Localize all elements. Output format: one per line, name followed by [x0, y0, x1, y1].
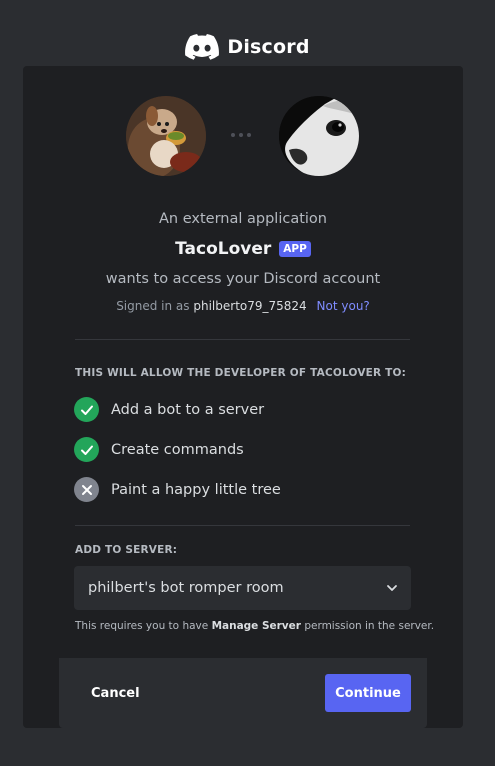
not-you-link[interactable]: Not you?: [317, 299, 370, 313]
app-name: TacoLover: [175, 239, 272, 259]
check-icon: [74, 437, 99, 462]
check-icon: [74, 397, 99, 422]
x-icon: [74, 477, 99, 502]
chevron-down-icon: [387, 585, 397, 591]
permission-item: Create commands: [74, 437, 244, 462]
dot: [239, 133, 243, 137]
username: philberto79_75824: [193, 299, 307, 313]
connection-dots: [231, 133, 251, 137]
app-title-row: TacoLover APP: [23, 239, 463, 259]
discord-logo-icon: [185, 34, 220, 60]
dog-taco-image: [126, 96, 206, 176]
permission-label: Paint a happy little tree: [111, 481, 281, 498]
dog-closeup-image: [279, 96, 359, 176]
permission-item: Paint a happy little tree: [74, 477, 281, 502]
discord-brand: Discord: [0, 34, 495, 60]
signed-in-line: Signed in as philberto79_75824 Not you?: [23, 299, 463, 313]
note-prefix: This requires you to have: [75, 620, 209, 632]
authorize-card: An external application TacoLover APP wa…: [23, 66, 463, 728]
note-suffix: permission in the server.: [304, 620, 435, 632]
cancel-button[interactable]: Cancel: [79, 674, 152, 712]
server-select[interactable]: philbert's bot romper room: [74, 566, 411, 610]
add-to-server-title: ADD TO SERVER:: [75, 544, 178, 556]
dot: [231, 133, 235, 137]
permission-label: Add a bot to a server: [111, 401, 265, 418]
divider: [75, 339, 410, 340]
user-avatar: [279, 96, 359, 176]
permissions-title: THIS WILL ALLOW THE DEVELOPER OF TACOLOV…: [75, 367, 407, 379]
footer-bar: Cancel Continue: [59, 658, 427, 728]
dot: [247, 133, 251, 137]
permission-label: Create commands: [111, 441, 244, 458]
app-badge: APP: [279, 241, 311, 257]
server-select-value: philbert's bot romper room: [88, 580, 284, 596]
app-avatar: [126, 96, 206, 176]
intro-text: An external application: [159, 211, 327, 227]
continue-button[interactable]: Continue: [325, 674, 411, 712]
permission-requirement-note: This requires you to have Manage Server …: [75, 620, 434, 632]
avatar-row: [23, 96, 463, 178]
permission-item: Add a bot to a server: [74, 397, 264, 422]
note-permission: Manage Server: [211, 620, 301, 632]
signed-in-prefix: Signed in as: [116, 299, 190, 313]
brand-name: Discord: [227, 36, 310, 58]
access-request-text: wants to access your Discord account: [105, 271, 381, 287]
divider: [75, 525, 410, 526]
